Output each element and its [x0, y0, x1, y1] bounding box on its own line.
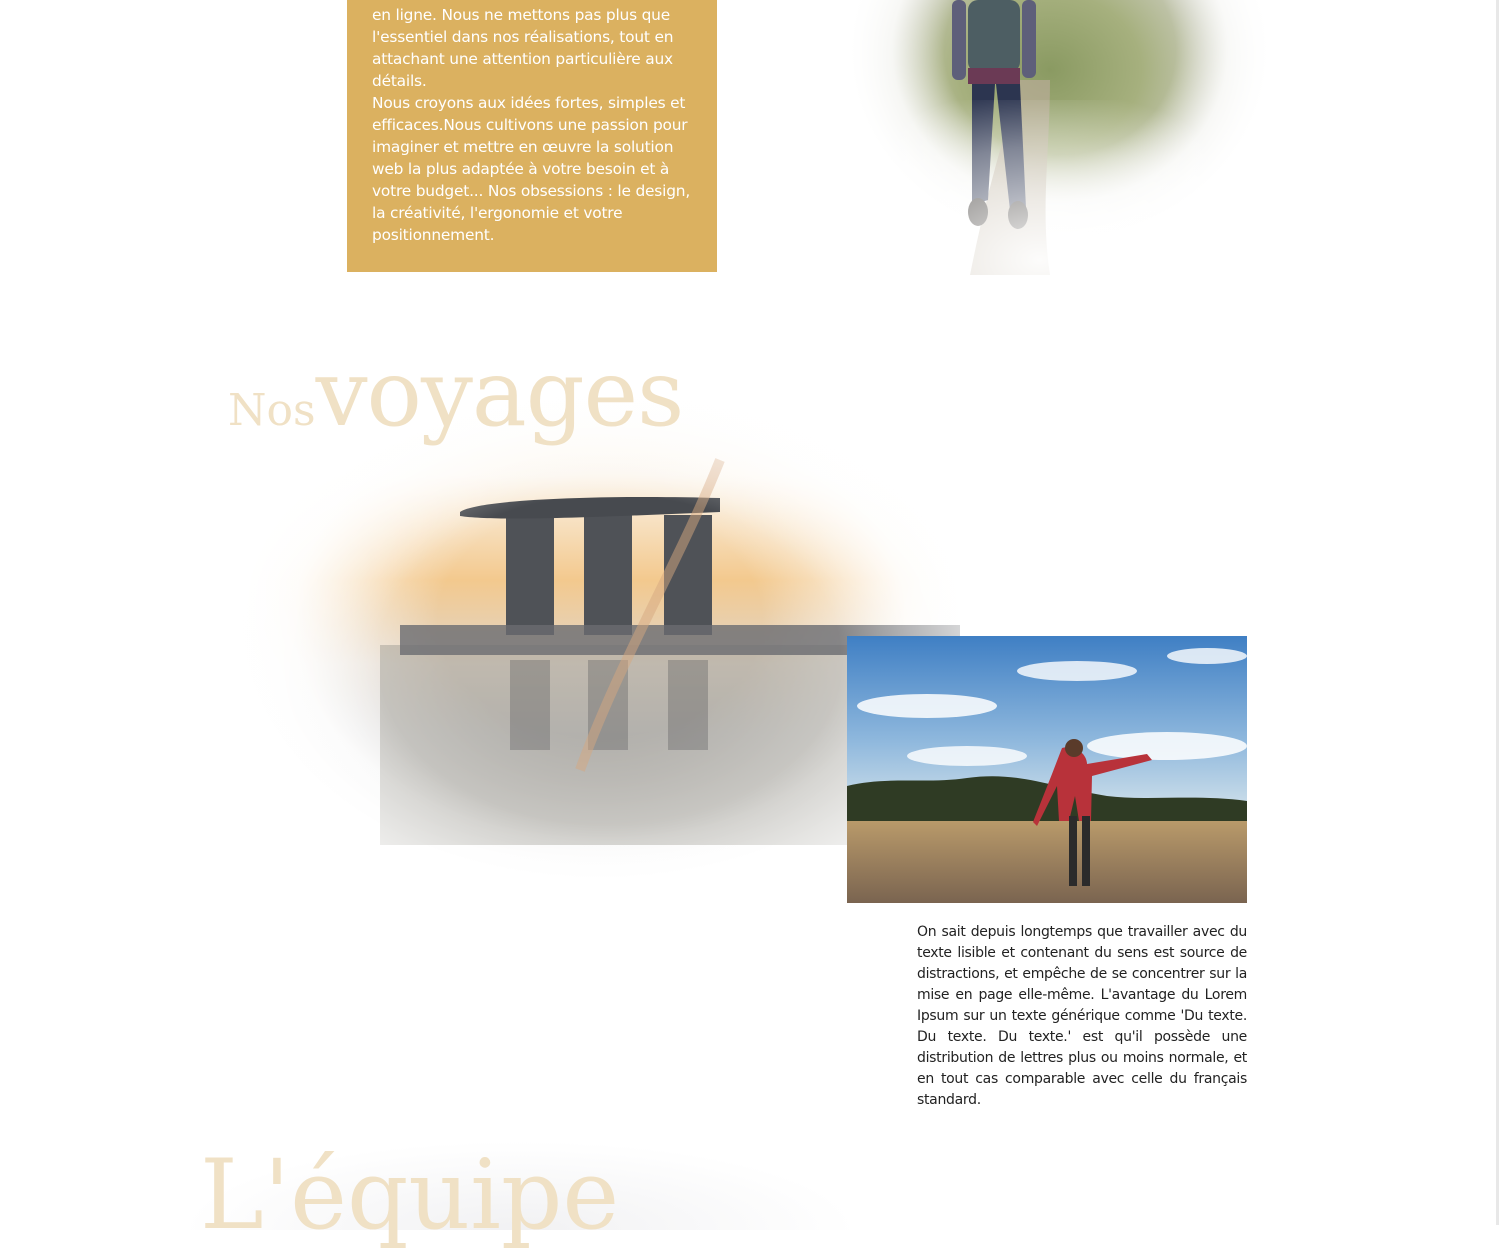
- voyages-heading-small: Nos: [228, 385, 316, 436]
- voyages-heading-big: voyages: [315, 340, 685, 447]
- voyages-heading: Nosvoyages: [228, 340, 685, 447]
- about-paragraph-1: en ligne. Nous ne mettons pas plus que l…: [372, 6, 674, 90]
- hiker-image: [720, 0, 1320, 275]
- voyages-description: On sait depuis longtemps que travailler …: [917, 924, 1247, 1108]
- about-text: en ligne. Nous ne mettons pas plus que l…: [372, 4, 692, 246]
- traveller-beach-photo: [847, 636, 1247, 903]
- about-paragraph-2: Nous croyons aux idées fortes, simples e…: [372, 94, 691, 244]
- equipe-heading: L'équipe: [200, 1139, 620, 1251]
- about-card: en ligne. Nous ne mettons pas plus que l…: [347, 0, 717, 272]
